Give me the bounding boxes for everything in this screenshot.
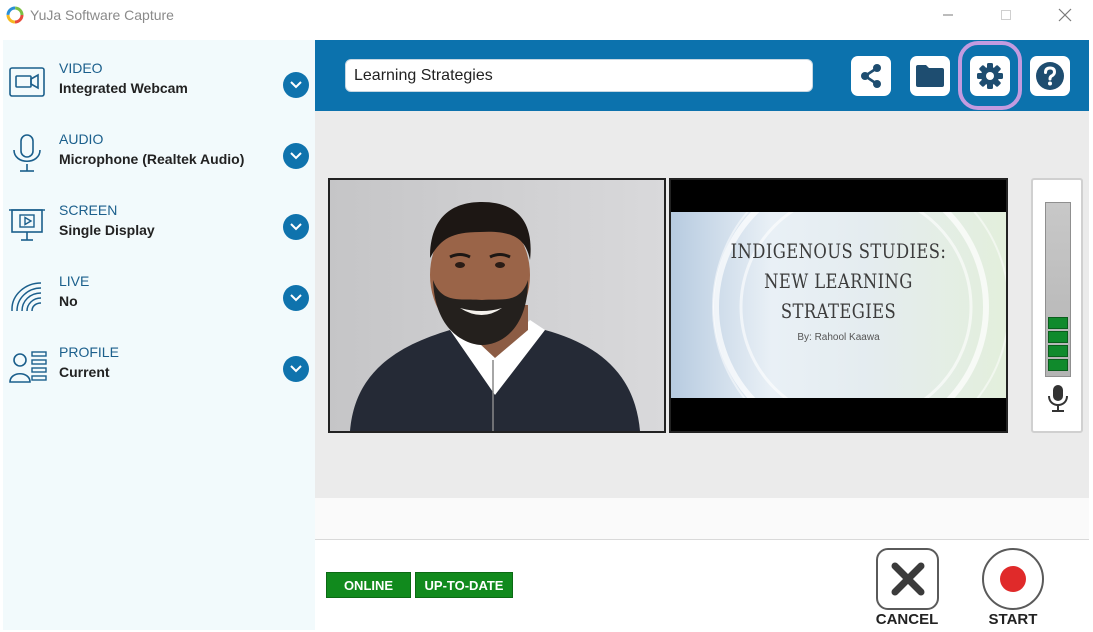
slide-title: INDIGENOUS STUDIES: NEW LEARNING STRATEG… [730,239,947,323]
record-dot-icon [1000,566,1026,592]
sidebar-item-title: VIDEO [59,60,103,76]
video-dropdown-button[interactable] [283,72,309,98]
sidebar-item-title: SCREEN [59,202,118,218]
help-icon [1036,62,1064,90]
chevron-down-icon [290,294,302,302]
sidebar-item-video[interactable]: VIDEO Integrated Webcam [3,60,315,120]
close-icon [891,562,924,596]
audio-level-segment [1048,331,1068,343]
presentation-slide: INDIGENOUS STUDIES: NEW LEARNING STRATEG… [671,212,1006,398]
presenter-video-image [330,180,664,431]
share-icon [861,64,881,88]
online-status-badge: ONLINE [326,572,411,598]
sidebar-item-title: LIVE [59,273,90,289]
share-button[interactable] [851,56,891,96]
sidebar-item-value: Current [59,364,110,380]
capture-toolbar [315,40,1089,111]
chevron-down-icon [290,223,302,231]
preview-area: INDIGENOUS STUDIES: NEW LEARNING STRATEG… [315,111,1089,498]
maximize-button[interactable] [988,4,1024,26]
audio-level-segment [1048,317,1068,329]
yuja-logo-icon [6,6,24,24]
audio-level-segment [1048,345,1068,357]
info-strip [315,498,1089,540]
title-bar: YuJa Software Capture [0,0,1093,38]
sidebar-item-audio[interactable]: AUDIO Microphone (Realtek Audio) [3,131,315,191]
webcam-preview [328,178,666,433]
slide-author: By: Rahool Kaawa [797,332,880,343]
screen-dropdown-button[interactable] [283,214,309,240]
profile-icon [9,351,47,383]
sidebar-item-value: Integrated Webcam [59,80,188,96]
sidebar-item-value: No [59,293,78,309]
cancel-label: CANCEL [875,611,939,628]
microphone-icon [13,134,41,172]
chevron-down-icon [290,365,302,373]
audio-dropdown-button[interactable] [283,143,309,169]
start-label: START [988,611,1038,628]
gear-icon [977,63,1003,89]
audio-level-segment [1048,359,1068,371]
profile-dropdown-button[interactable] [283,356,309,382]
audio-level-track [1045,202,1071,377]
app-window: YuJa Software Capture VIDEO Integrated W… [0,0,1093,632]
sidebar-item-title: AUDIO [59,131,104,147]
cancel-button[interactable] [876,548,939,610]
microphone-icon [1048,385,1068,412]
webcam-icon [9,67,45,97]
live-broadcast-icon [11,282,42,312]
chevron-down-icon [290,152,302,160]
settings-button[interactable] [970,56,1010,96]
start-record-button[interactable] [982,548,1044,610]
folder-icon [916,65,944,87]
sidebar-item-title: PROFILE [59,344,119,360]
update-status-badge: UP-TO-DATE [415,572,513,598]
live-dropdown-button[interactable] [283,285,309,311]
screen-display-icon [9,209,45,241]
close-icon [1058,8,1072,22]
help-button[interactable] [1030,56,1070,96]
sidebar-item-value: Single Display [59,222,155,238]
sidebar-item-live[interactable]: LIVE No [3,273,315,333]
chevron-down-icon [290,81,302,89]
close-button[interactable] [1047,4,1083,26]
folder-button[interactable] [910,56,950,96]
action-bar: ONLINE UP-TO-DATE CANCEL START [315,541,1089,632]
sidebar-item-profile[interactable]: PROFILE Current [3,344,315,404]
window-title: YuJa Software Capture [30,7,174,23]
sidebar-item-screen[interactable]: SCREEN Single Display [3,202,315,262]
maximize-icon [1001,10,1011,20]
minimize-button[interactable] [930,4,966,26]
audio-level-meter [1031,178,1083,433]
minimize-icon [943,14,953,16]
source-sidebar: VIDEO Integrated Webcam AUDIO Microphone… [3,40,315,630]
sidebar-item-value: Microphone (Realtek Audio) [59,151,245,167]
screen-preview: INDIGENOUS STUDIES: NEW LEARNING STRATEG… [669,178,1008,433]
recording-title-input[interactable] [345,59,813,92]
